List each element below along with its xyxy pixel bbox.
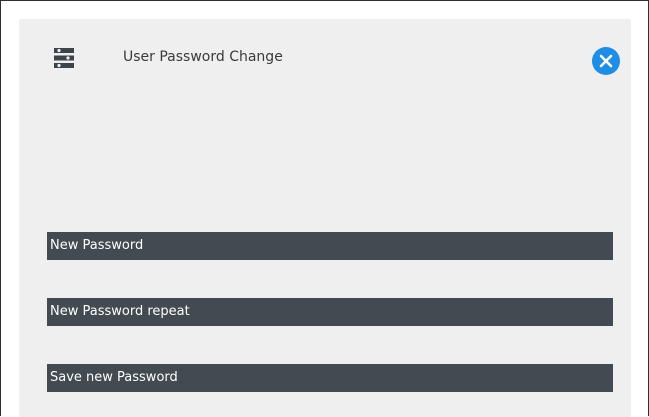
new-password-repeat-field[interactable]: New Password repeat <box>47 298 613 326</box>
new-password-repeat-label: New Password repeat <box>50 304 190 319</box>
user-settings-icon <box>53 47 75 69</box>
new-password-field[interactable]: New Password <box>47 232 613 260</box>
save-new-password-button[interactable]: Save new Password <box>47 364 613 392</box>
password-change-dialog: User Password Change New Password New Pa… <box>19 19 631 417</box>
close-icon <box>599 54 613 68</box>
dialog-title: User Password Change <box>123 49 283 65</box>
screen-frame: User Password Change New Password New Pa… <box>0 0 649 417</box>
save-new-password-label: Save new Password <box>50 370 178 385</box>
close-button[interactable] <box>592 47 620 75</box>
new-password-label: New Password <box>50 238 144 253</box>
